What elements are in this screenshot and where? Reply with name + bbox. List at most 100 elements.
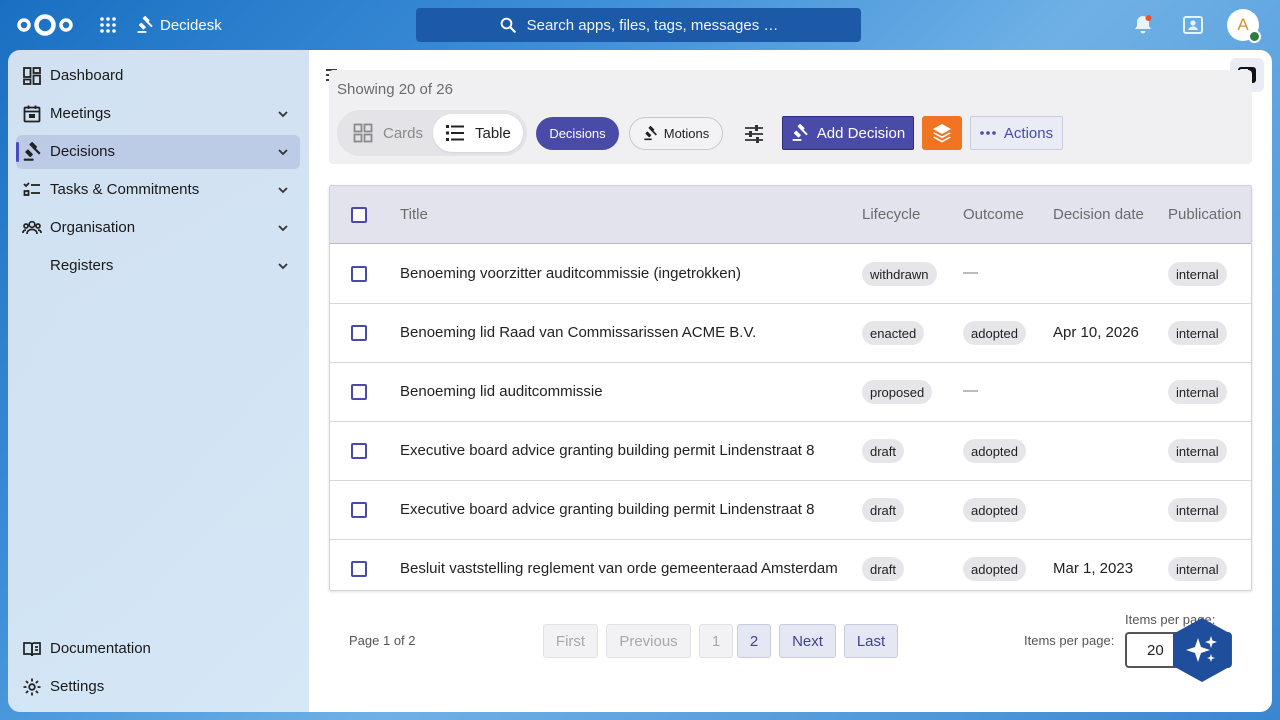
- unified-search[interactable]: Search apps, files, tags, messages …: [416, 8, 861, 42]
- chevron-down-icon[interactable]: [276, 221, 290, 235]
- app-navigation: Dashboard Meetings Decisions Tasks & Com…: [8, 50, 309, 712]
- view-cards-button[interactable]: Cards: [345, 114, 425, 152]
- ai-assistant-icon[interactable]: [1171, 616, 1233, 684]
- filter-motions-label: Motions: [663, 126, 710, 141]
- row-checkbox[interactable]: [351, 443, 367, 459]
- view-cards-label: Cards: [383, 124, 424, 142]
- view-table-button[interactable]: Table: [433, 114, 523, 152]
- column-header-publication[interactable]: Publication: [1168, 206, 1241, 223]
- publication-badge: internal: [1168, 557, 1227, 581]
- filter-decisions-label: Decisions: [549, 126, 606, 141]
- nav-item-meetings[interactable]: Meetings: [16, 97, 300, 131]
- decisions-table: Title Lifecycle Outcome Decision date Pu…: [329, 185, 1252, 591]
- last-page-button[interactable]: Last: [844, 624, 898, 658]
- table-row[interactable]: Executive board advice granting building…: [330, 481, 1251, 540]
- nav-item-registers[interactable]: Registers: [16, 249, 300, 283]
- table-row[interactable]: Besluit vaststelling reglement van orde …: [330, 540, 1251, 590]
- chevron-down-icon[interactable]: [276, 259, 290, 273]
- gavel-icon: [792, 124, 808, 141]
- publication-badge: internal: [1168, 380, 1227, 404]
- app-link-decidesk[interactable]: Decidesk: [136, 14, 222, 36]
- outcome-badge: adopted: [963, 498, 1026, 522]
- page-1-label: 1: [711, 632, 721, 650]
- nav-label-registers: Registers: [50, 257, 114, 274]
- page-1-button[interactable]: 1: [699, 624, 733, 658]
- select-all-checkbox[interactable]: [351, 207, 367, 223]
- nextcloud-logo[interactable]: [14, 12, 76, 38]
- row-checkbox[interactable]: [351, 384, 367, 400]
- gavel-icon: [643, 126, 657, 141]
- checklist-icon: [23, 182, 40, 196]
- online-status-icon: [1248, 30, 1261, 43]
- people-icon: [22, 220, 42, 235]
- actions-label: Actions: [1003, 124, 1054, 142]
- row-title[interactable]: Besluit vaststelling reglement van orde …: [400, 560, 838, 577]
- list-toolbar: Showing 20 of 26 Cards Table Decisions M…: [329, 70, 1252, 164]
- first-page-label: First: [555, 632, 586, 650]
- outcome-badge: adopted: [963, 557, 1026, 581]
- nav-item-tasks[interactable]: Tasks & Commitments: [16, 173, 300, 207]
- actions-menu-button[interactable]: Actions: [970, 116, 1063, 150]
- layers-button[interactable]: [922, 116, 962, 150]
- avatar-initial: A: [1237, 15, 1249, 34]
- contacts-icon[interactable]: [1181, 13, 1205, 37]
- book-icon: [23, 642, 41, 657]
- table-row[interactable]: Benoeming lid Raad van Commissarissen AC…: [330, 304, 1251, 363]
- chevron-down-icon[interactable]: [276, 183, 290, 197]
- layers-icon: [933, 124, 951, 143]
- search-placeholder: Search apps, files, tags, messages …: [526, 16, 779, 34]
- row-checkbox[interactable]: [351, 502, 367, 518]
- nav-item-documentation[interactable]: Documentation: [16, 634, 300, 664]
- main-content: Showing 20 of 26 Cards Table Decisions M…: [309, 50, 1272, 712]
- row-title[interactable]: Benoeming lid Raad van Commissarissen AC…: [400, 324, 756, 341]
- dots-horizontal-icon: [980, 131, 996, 135]
- publication-badge: internal: [1168, 498, 1227, 522]
- lifecycle-badge: proposed: [862, 380, 933, 404]
- column-header-outcome[interactable]: Outcome: [963, 206, 1024, 223]
- column-header-decision-date[interactable]: Decision date: [1053, 206, 1144, 223]
- app-menu-icon[interactable]: [96, 13, 120, 37]
- next-page-button[interactable]: Next: [779, 624, 836, 658]
- column-header-title[interactable]: Title: [400, 206, 428, 223]
- row-title[interactable]: Executive board advice granting building…: [400, 442, 814, 459]
- view-mode-toggle: Cards Table: [337, 110, 527, 156]
- nav-item-settings[interactable]: Settings: [16, 672, 300, 702]
- last-page-label: Last: [856, 632, 886, 650]
- column-header-lifecycle[interactable]: Lifecycle: [862, 206, 920, 223]
- nav-item-decisions[interactable]: Decisions: [16, 135, 300, 169]
- app-name-label: Decidesk: [160, 16, 222, 34]
- table-row[interactable]: Benoeming voorzitter auditcommissie (ing…: [330, 245, 1251, 304]
- lifecycle-badge: withdrawn: [862, 262, 937, 286]
- gavel-icon: [137, 16, 153, 33]
- nav-label-dashboard: Dashboard: [50, 67, 124, 84]
- filter-sliders-icon[interactable]: [741, 121, 767, 147]
- row-checkbox[interactable]: [351, 325, 367, 341]
- nav-item-dashboard[interactable]: Dashboard: [16, 59, 300, 93]
- publication-badge: internal: [1168, 262, 1227, 286]
- lifecycle-badge: draft: [862, 498, 905, 522]
- previous-page-button[interactable]: Previous: [606, 624, 691, 658]
- outcome-empty: —: [963, 264, 978, 281]
- table-row[interactable]: Executive board advice granting building…: [330, 422, 1251, 481]
- user-avatar[interactable]: A: [1227, 9, 1261, 43]
- filter-decisions-chip[interactable]: Decisions: [536, 117, 619, 150]
- items-per-page-label: Items per page:: [1024, 633, 1115, 648]
- row-checkbox[interactable]: [351, 266, 367, 282]
- add-decision-button[interactable]: Add Decision: [782, 116, 914, 150]
- lifecycle-badge: enacted: [862, 321, 925, 345]
- row-title[interactable]: Benoeming lid auditcommissie: [400, 383, 603, 400]
- notifications-bell-icon[interactable]: [1131, 13, 1155, 37]
- chevron-down-icon[interactable]: [276, 107, 290, 121]
- first-page-button[interactable]: First: [543, 624, 598, 658]
- filter-motions-chip[interactable]: Motions: [629, 117, 723, 150]
- showing-count: Showing 20 of 26: [337, 81, 453, 98]
- page-2-button[interactable]: 2: [737, 624, 771, 658]
- row-checkbox[interactable]: [351, 561, 367, 577]
- row-title[interactable]: Benoeming voorzitter auditcommissie (ing…: [400, 265, 741, 282]
- add-decision-label: Add Decision: [816, 124, 906, 142]
- chevron-down-icon[interactable]: [276, 145, 290, 159]
- row-title[interactable]: Executive board advice granting building…: [400, 501, 814, 518]
- table-row[interactable]: Benoeming lid auditcommissie proposed — …: [330, 363, 1251, 422]
- top-bar: Decidesk Search apps, files, tags, messa…: [0, 0, 1280, 50]
- nav-item-organisation[interactable]: Organisation: [16, 211, 300, 245]
